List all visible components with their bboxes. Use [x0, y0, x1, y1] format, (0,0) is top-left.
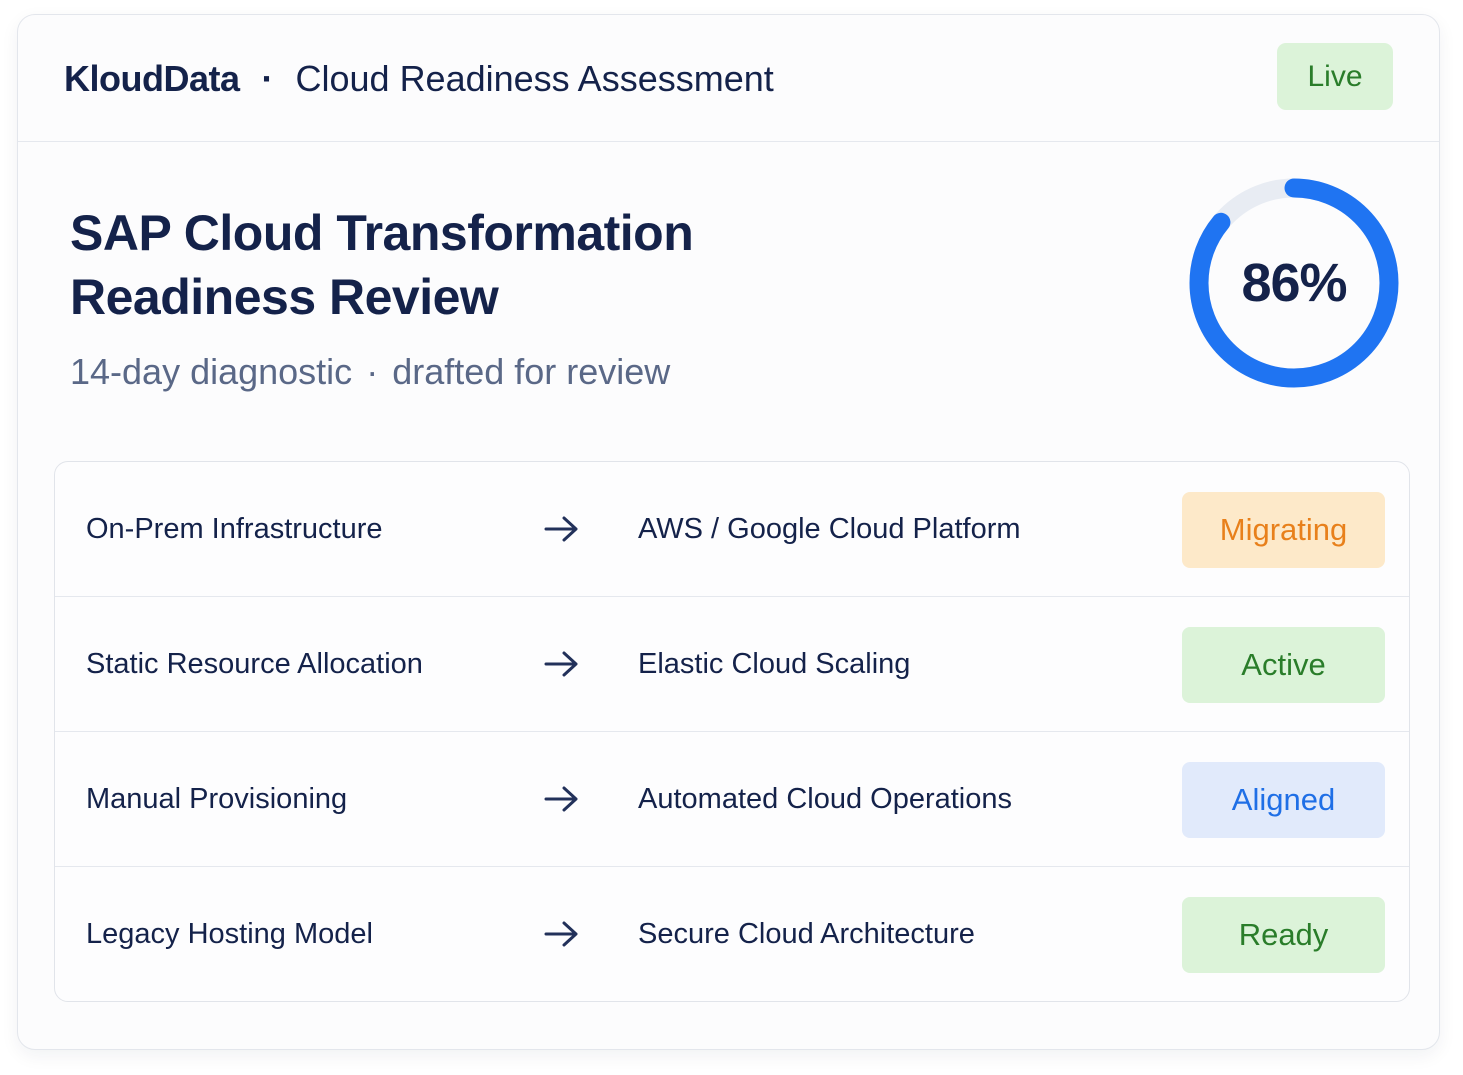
transition-row: Legacy Hosting Model Secure Cloud Archit…	[55, 867, 1409, 1001]
live-status-badge: Live	[1277, 43, 1393, 110]
transition-row: On-Prem Infrastructure AWS / Google Clou…	[55, 462, 1409, 597]
page-title: SAP Cloud Transformation Readiness Revie…	[70, 201, 694, 329]
brand-name: KloudData	[64, 58, 240, 99]
arrow-right-icon	[542, 867, 582, 1001]
status-badge: Migrating	[1182, 492, 1385, 568]
product-name: Cloud Readiness Assessment	[295, 58, 774, 99]
transition-table: On-Prem Infrastructure AWS / Google Clou…	[54, 461, 1410, 1002]
current-state: On-Prem Infrastructure	[86, 512, 383, 545]
subtitle-state: drafted for review	[392, 351, 671, 392]
brand-line: KloudData · Cloud Readiness Assessment	[64, 55, 774, 103]
target-state: Elastic Cloud Scaling	[638, 647, 911, 680]
transition-row: Static Resource Allocation Elastic Cloud…	[55, 597, 1409, 732]
current-state: Static Resource Allocation	[86, 647, 423, 680]
arrow-right-icon	[542, 597, 582, 731]
page-subtitle: 14-day diagnostic · drafted for review	[70, 349, 670, 395]
status-badge: Aligned	[1182, 762, 1385, 838]
arrow-right-icon	[542, 732, 582, 866]
subtitle-duration: 14-day diagnostic	[70, 351, 353, 392]
page-title-line-1: SAP Cloud Transformation	[70, 205, 694, 261]
target-state: AWS / Google Cloud Platform	[638, 512, 1021, 545]
subtitle-separator: ·	[366, 351, 379, 392]
assessment-card: KloudData · Cloud Readiness Assessment Liv…	[17, 14, 1440, 1050]
target-state: Automated Cloud Operations	[638, 782, 1012, 815]
current-state: Manual Provisioning	[86, 782, 348, 815]
page-title-line-2: Readiness Review	[70, 269, 499, 325]
target-state: Secure Cloud Architecture	[638, 917, 975, 950]
transition-row: Manual Provisioning Automated Cloud Oper…	[55, 732, 1409, 867]
status-badge: Ready	[1182, 897, 1385, 973]
current-state: Legacy Hosting Model	[86, 917, 373, 950]
arrow-right-icon	[542, 462, 582, 596]
brand-separator: ·	[261, 58, 274, 99]
readiness-score-value: 86%	[1241, 253, 1347, 313]
readiness-score-ring: 86%	[1180, 169, 1408, 397]
status-badge: Active	[1182, 627, 1385, 703]
card-header: KloudData · Cloud Readiness Assessment Liv…	[18, 15, 1439, 142]
